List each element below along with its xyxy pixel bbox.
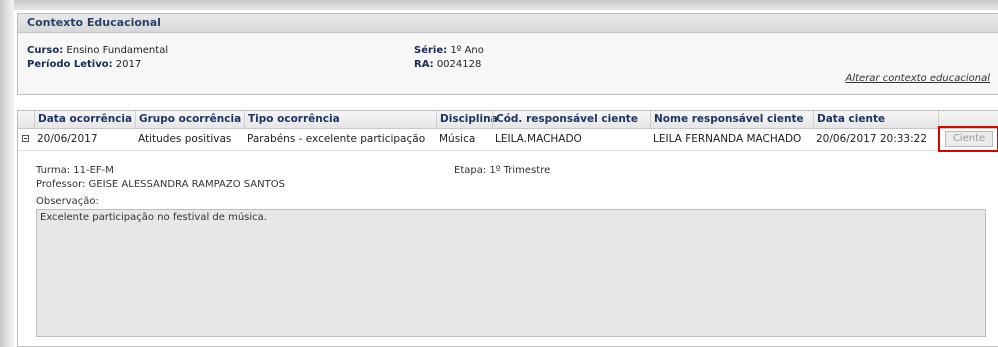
serie-field: Série: 1º Ano (414, 45, 484, 56)
periodo-field: Período Letivo: 2017 (27, 59, 141, 70)
col-cod-responsavel[interactable]: Cód. responsável ciente (492, 111, 650, 128)
serie-value: 1º Ano (450, 45, 484, 56)
serie-label: Série: (414, 45, 448, 56)
cell-tipo: Parabéns - excelente participação (247, 133, 426, 145)
observacao-textarea[interactable]: Excelente participação no festival de mú… (36, 209, 986, 337)
window-top-border (0, 0, 998, 10)
alter-context-link[interactable]: Alterar contexto educacional (846, 73, 991, 84)
col-tipo-ocorrencia[interactable]: Tipo ocorrência (244, 111, 436, 128)
cell-cod-responsavel: LEILA.MACHADO (495, 133, 582, 145)
etapa-text: Etapa: 1º Trimestre (454, 165, 551, 176)
cell-grupo: Atitudes positivas (138, 133, 232, 145)
cell-data-ocorrencia: 20/06/2017 (37, 133, 98, 145)
ciente-button[interactable]: Ciente (945, 131, 993, 147)
observacao-label: Observação: (36, 196, 99, 207)
curso-value: Ensino Fundamental (66, 45, 169, 56)
curso-label: Curso: (27, 45, 64, 56)
cell-data-ciente: 20/06/2017 20:33:22 (816, 133, 928, 145)
curso-field: Curso: Ensino Fundamental (27, 45, 168, 56)
occurrences-grid: Data ocorrência Grupo ocorrência Tipo oc… (17, 110, 998, 347)
cell-disciplina: Música (439, 133, 476, 145)
turma-text: Turma: 11-EF-M (36, 165, 114, 176)
periodo-value: 2017 (115, 59, 142, 70)
col-disciplina[interactable]: Disciplina (436, 111, 498, 128)
educational-context-panel: Contexto Educacional Curso: Ensino Funda… (17, 13, 998, 95)
table-row[interactable]: 20/06/2017 Atitudes positivas Parabéns -… (18, 126, 998, 152)
periodo-label: Período Letivo: (27, 59, 113, 70)
window-left-border (0, 0, 14, 347)
col-data-ciente[interactable]: Data ciente (813, 111, 938, 128)
cell-nome-responsavel: LEILA FERNANDA MACHADO (653, 133, 802, 145)
highlight-box: Ciente (938, 126, 998, 152)
ra-field: RA: 0024128 (414, 59, 481, 70)
grid-header-row: Data ocorrência Grupo ocorrência Tipo oc… (18, 111, 998, 129)
professor-text: Professor: GEISE ALESSANDRA RAMPAZO SANT… (36, 179, 285, 190)
context-panel-title: Contexto Educacional (18, 14, 998, 33)
col-data-ocorrencia[interactable]: Data ocorrência (34, 111, 135, 128)
ra-value: 0024128 (436, 59, 482, 70)
collapse-row-icon[interactable] (22, 135, 29, 142)
col-grupo-ocorrencia[interactable]: Grupo ocorrência (135, 111, 244, 128)
ra-label: RA: (414, 59, 434, 70)
col-nome-responsavel[interactable]: Nome responsável ciente (650, 111, 813, 128)
